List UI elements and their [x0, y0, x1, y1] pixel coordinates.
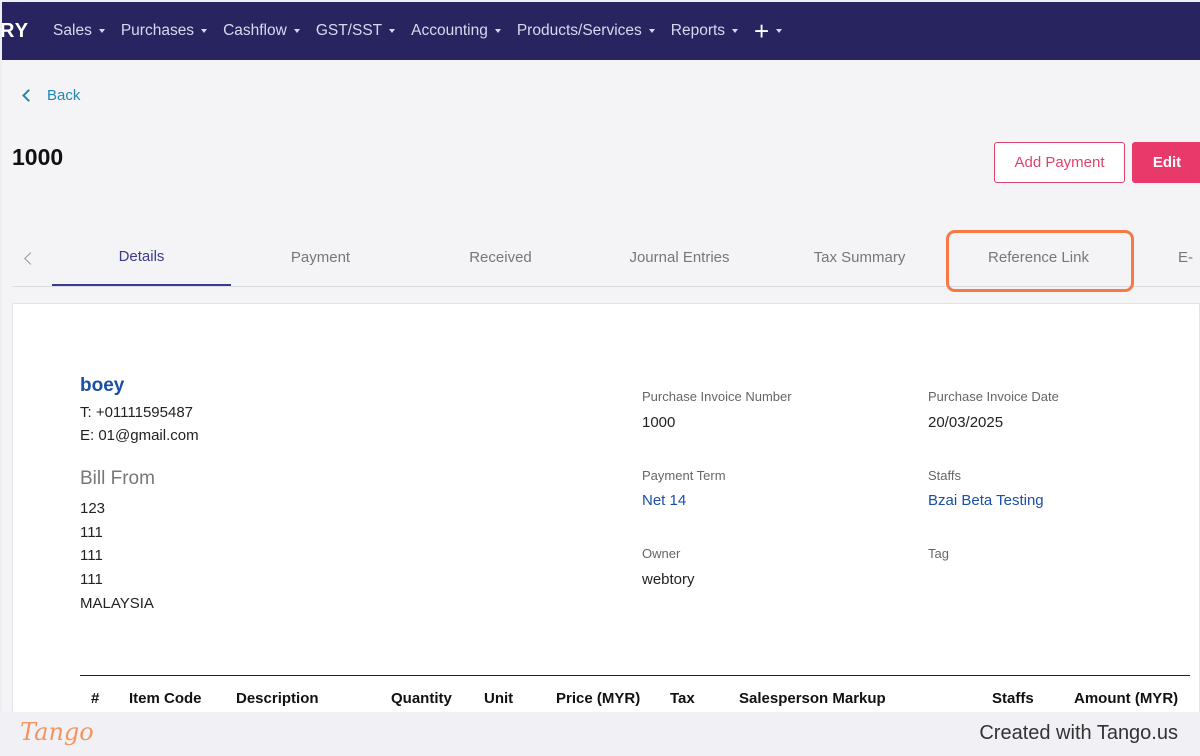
table-header-unit: Unit — [484, 690, 514, 707]
table-top-rule — [80, 675, 1190, 676]
nav-accounting-label: Accounting — [411, 22, 488, 39]
table-header-quantity: Quantity — [391, 690, 452, 707]
tab-bar: Details Payment Received Journal Entries… — [12, 228, 1200, 287]
tab-payment[interactable]: Payment — [231, 228, 410, 286]
staffs-link[interactable]: Bzai Beta Testing — [928, 492, 1044, 509]
nav-gst-sst-label: GST/SST — [315, 22, 383, 39]
chevron-left-icon — [22, 89, 35, 102]
table-header-tax: Tax — [670, 690, 695, 707]
payment-term-link[interactable]: Net 14 — [642, 492, 686, 509]
vendor-phone: T: +01111595487 — [80, 404, 194, 421]
screenshot-frame: RY Sales Purchases Cashflow GST/SST Acco… — [0, 0, 1200, 756]
caret-down-icon — [389, 29, 396, 33]
tab-details[interactable]: Details — [52, 228, 231, 286]
invoice-date-value: 20/03/2025 — [928, 414, 1004, 431]
back-label: Back — [47, 87, 81, 104]
invoice-card: boey T: +01111595487 E: 01@gmail.com Bil… — [12, 303, 1200, 712]
vendor-name[interactable]: boey — [80, 375, 124, 397]
top-navigation-bar: RY Sales Purchases Cashflow GST/SST Acco… — [2, 2, 1200, 60]
bill-from-heading: Bill From — [80, 468, 155, 489]
nav-sales-label: Sales — [53, 22, 92, 39]
invoice-number-value: 1000 — [642, 414, 676, 431]
caret-down-icon — [494, 29, 501, 33]
invoice-date-label: Purchase Invoice Date — [928, 389, 1059, 404]
vendor-email: E: 01@gmail.com — [80, 427, 199, 444]
address-line: 111 — [80, 571, 103, 588]
caret-down-icon — [732, 29, 739, 33]
nav-reports[interactable]: Reports — [670, 22, 739, 40]
nav-products-services[interactable]: Products/Services — [517, 22, 655, 40]
nav-gst-sst[interactable]: GST/SST — [315, 22, 396, 40]
nav-purchases-label: Purchases — [120, 22, 195, 39]
tab-journal-entries[interactable]: Journal Entries — [590, 228, 769, 286]
nav-add-menu[interactable]: + — [754, 16, 783, 46]
table-header-amount: Amount (MYR) — [1074, 690, 1179, 707]
tango-logo: Tango — [20, 718, 94, 746]
staffs-label: Staffs — [928, 468, 962, 483]
nav-cashflow-label: Cashflow — [223, 22, 287, 39]
owner-value: webtory — [642, 571, 695, 588]
brand-logo-text: RY — [2, 19, 30, 42]
table-header-price: Price (MYR) — [556, 690, 641, 707]
table-header-staffs: Staffs — [992, 690, 1034, 707]
invoice-number-label: Purchase Invoice Number — [642, 389, 792, 404]
tango-footer: Tango Created with Tango.us — [0, 712, 1200, 756]
address-line: 111 — [80, 524, 103, 541]
tab-e-truncated[interactable]: E- — [1178, 228, 1200, 286]
chevron-left-icon[interactable] — [24, 252, 37, 265]
nav-cashflow[interactable]: Cashflow — [223, 22, 300, 40]
add-payment-button[interactable]: Add Payment — [994, 142, 1125, 183]
caret-down-icon — [201, 29, 208, 33]
address-line: 111 — [80, 547, 103, 564]
tab-received[interactable]: Received — [411, 228, 590, 286]
main-content: Back 1000 Add Payment Edit Details Payme… — [2, 60, 1200, 712]
tab-tax-summary[interactable]: Tax Summary — [770, 228, 949, 286]
back-link[interactable]: Back — [20, 87, 80, 104]
nav-purchases[interactable]: Purchases — [120, 22, 208, 40]
table-header-description: Description — [236, 690, 319, 707]
tag-label: Tag — [928, 546, 949, 561]
address-line: 123 — [80, 500, 106, 517]
nav-products-services-label: Products/Services — [516, 22, 642, 39]
address-country: MALAYSIA — [80, 595, 154, 612]
owner-label: Owner — [642, 546, 681, 561]
table-header-item-code: Item Code — [129, 690, 202, 707]
nav-sales[interactable]: Sales — [53, 22, 105, 40]
payment-term-label: Payment Term — [642, 468, 726, 483]
caret-down-icon — [98, 29, 105, 33]
nav-accounting[interactable]: Accounting — [411, 22, 501, 40]
page-title: 1000 — [12, 144, 64, 170]
caret-down-icon — [776, 29, 783, 33]
tab-reference-link[interactable]: Reference Link — [949, 228, 1128, 286]
table-header-index: # — [91, 690, 100, 707]
nav-reports-label: Reports — [670, 22, 726, 39]
caret-down-icon — [648, 29, 655, 33]
table-header-salesperson-markup: Salesperson Markup — [739, 690, 886, 707]
caret-down-icon — [293, 29, 300, 33]
plus-icon: + — [754, 16, 770, 46]
edit-button[interactable]: Edit — [1132, 142, 1200, 183]
tango-credit: Created with Tango.us — [979, 722, 1178, 744]
